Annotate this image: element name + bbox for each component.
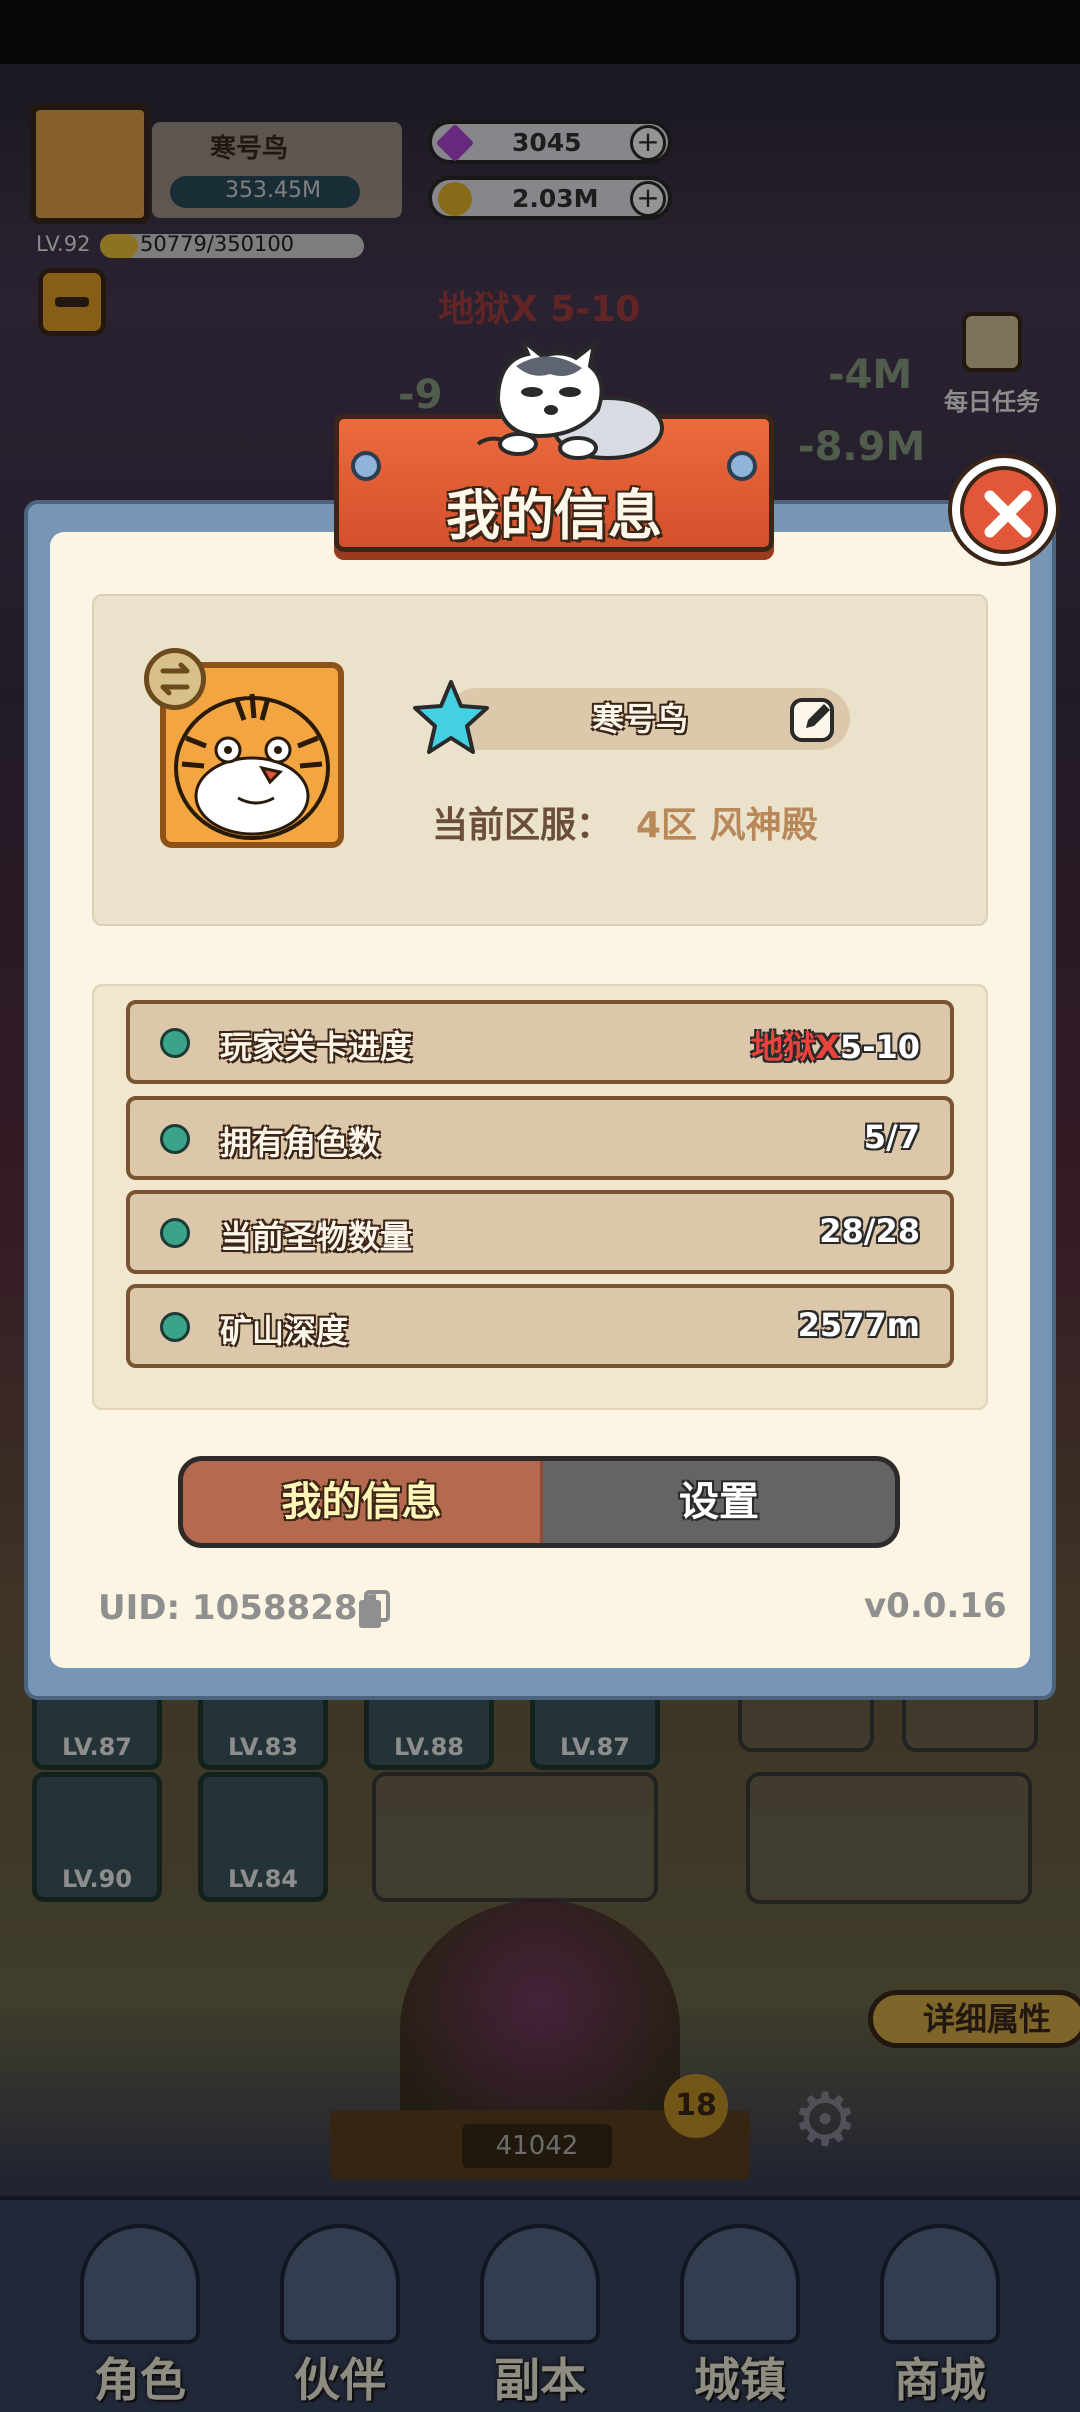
dialog-title: 我的信息 bbox=[446, 484, 662, 547]
stat-value: 5/7 bbox=[863, 1118, 920, 1156]
dialog-tab-group: 我的信息 设置 bbox=[178, 1456, 900, 1548]
version-text: v0.0.16 bbox=[864, 1586, 1007, 1626]
stage-number: 5-10 bbox=[839, 1028, 920, 1066]
edit-name-icon[interactable] bbox=[788, 694, 838, 744]
bullet-dot-icon bbox=[160, 1124, 190, 1154]
stat-label: 拥有角色数 bbox=[220, 1124, 381, 1162]
stat-row-relics: 当前圣物数量 28/28 bbox=[126, 1190, 954, 1274]
player-name: 寒号鸟 bbox=[591, 700, 688, 738]
star-badge-icon bbox=[413, 680, 489, 754]
tab-my-info[interactable]: 我的信息 bbox=[183, 1461, 543, 1543]
server-label: 当前区服： bbox=[432, 805, 613, 846]
server-value: 4区 风神殿 bbox=[636, 805, 818, 846]
stat-row-characters: 拥有角色数 5/7 bbox=[126, 1096, 954, 1180]
stage-difficulty-tag: 地狱X bbox=[751, 1028, 840, 1066]
bullet-dot-icon bbox=[160, 1218, 190, 1248]
husky-mascot-icon bbox=[476, 340, 664, 460]
stat-row-mine-depth: 矿山深度 2577m bbox=[126, 1284, 954, 1368]
stat-label: 矿山深度 bbox=[220, 1312, 349, 1350]
close-icon bbox=[960, 466, 1048, 554]
stat-label: 玩家关卡进度 bbox=[220, 1028, 413, 1066]
tab-settings[interactable]: 设置 bbox=[543, 1461, 895, 1543]
stat-row-stage-progress: 玩家关卡进度 地狱X5-10 bbox=[126, 1000, 954, 1084]
bullet-dot-icon bbox=[160, 1028, 190, 1058]
switch-avatar-icon[interactable] bbox=[144, 648, 206, 710]
stat-value: 28/28 bbox=[819, 1212, 920, 1250]
close-button[interactable] bbox=[948, 454, 1060, 566]
stat-value: 2577m bbox=[797, 1306, 920, 1344]
copy-icon[interactable] bbox=[356, 1590, 392, 1630]
stat-value: 地狱X5-10 bbox=[751, 1022, 920, 1068]
stat-label: 当前圣物数量 bbox=[220, 1218, 413, 1256]
bullet-dot-icon bbox=[160, 1312, 190, 1342]
uid-text: UID: 10588284 bbox=[98, 1588, 382, 1628]
